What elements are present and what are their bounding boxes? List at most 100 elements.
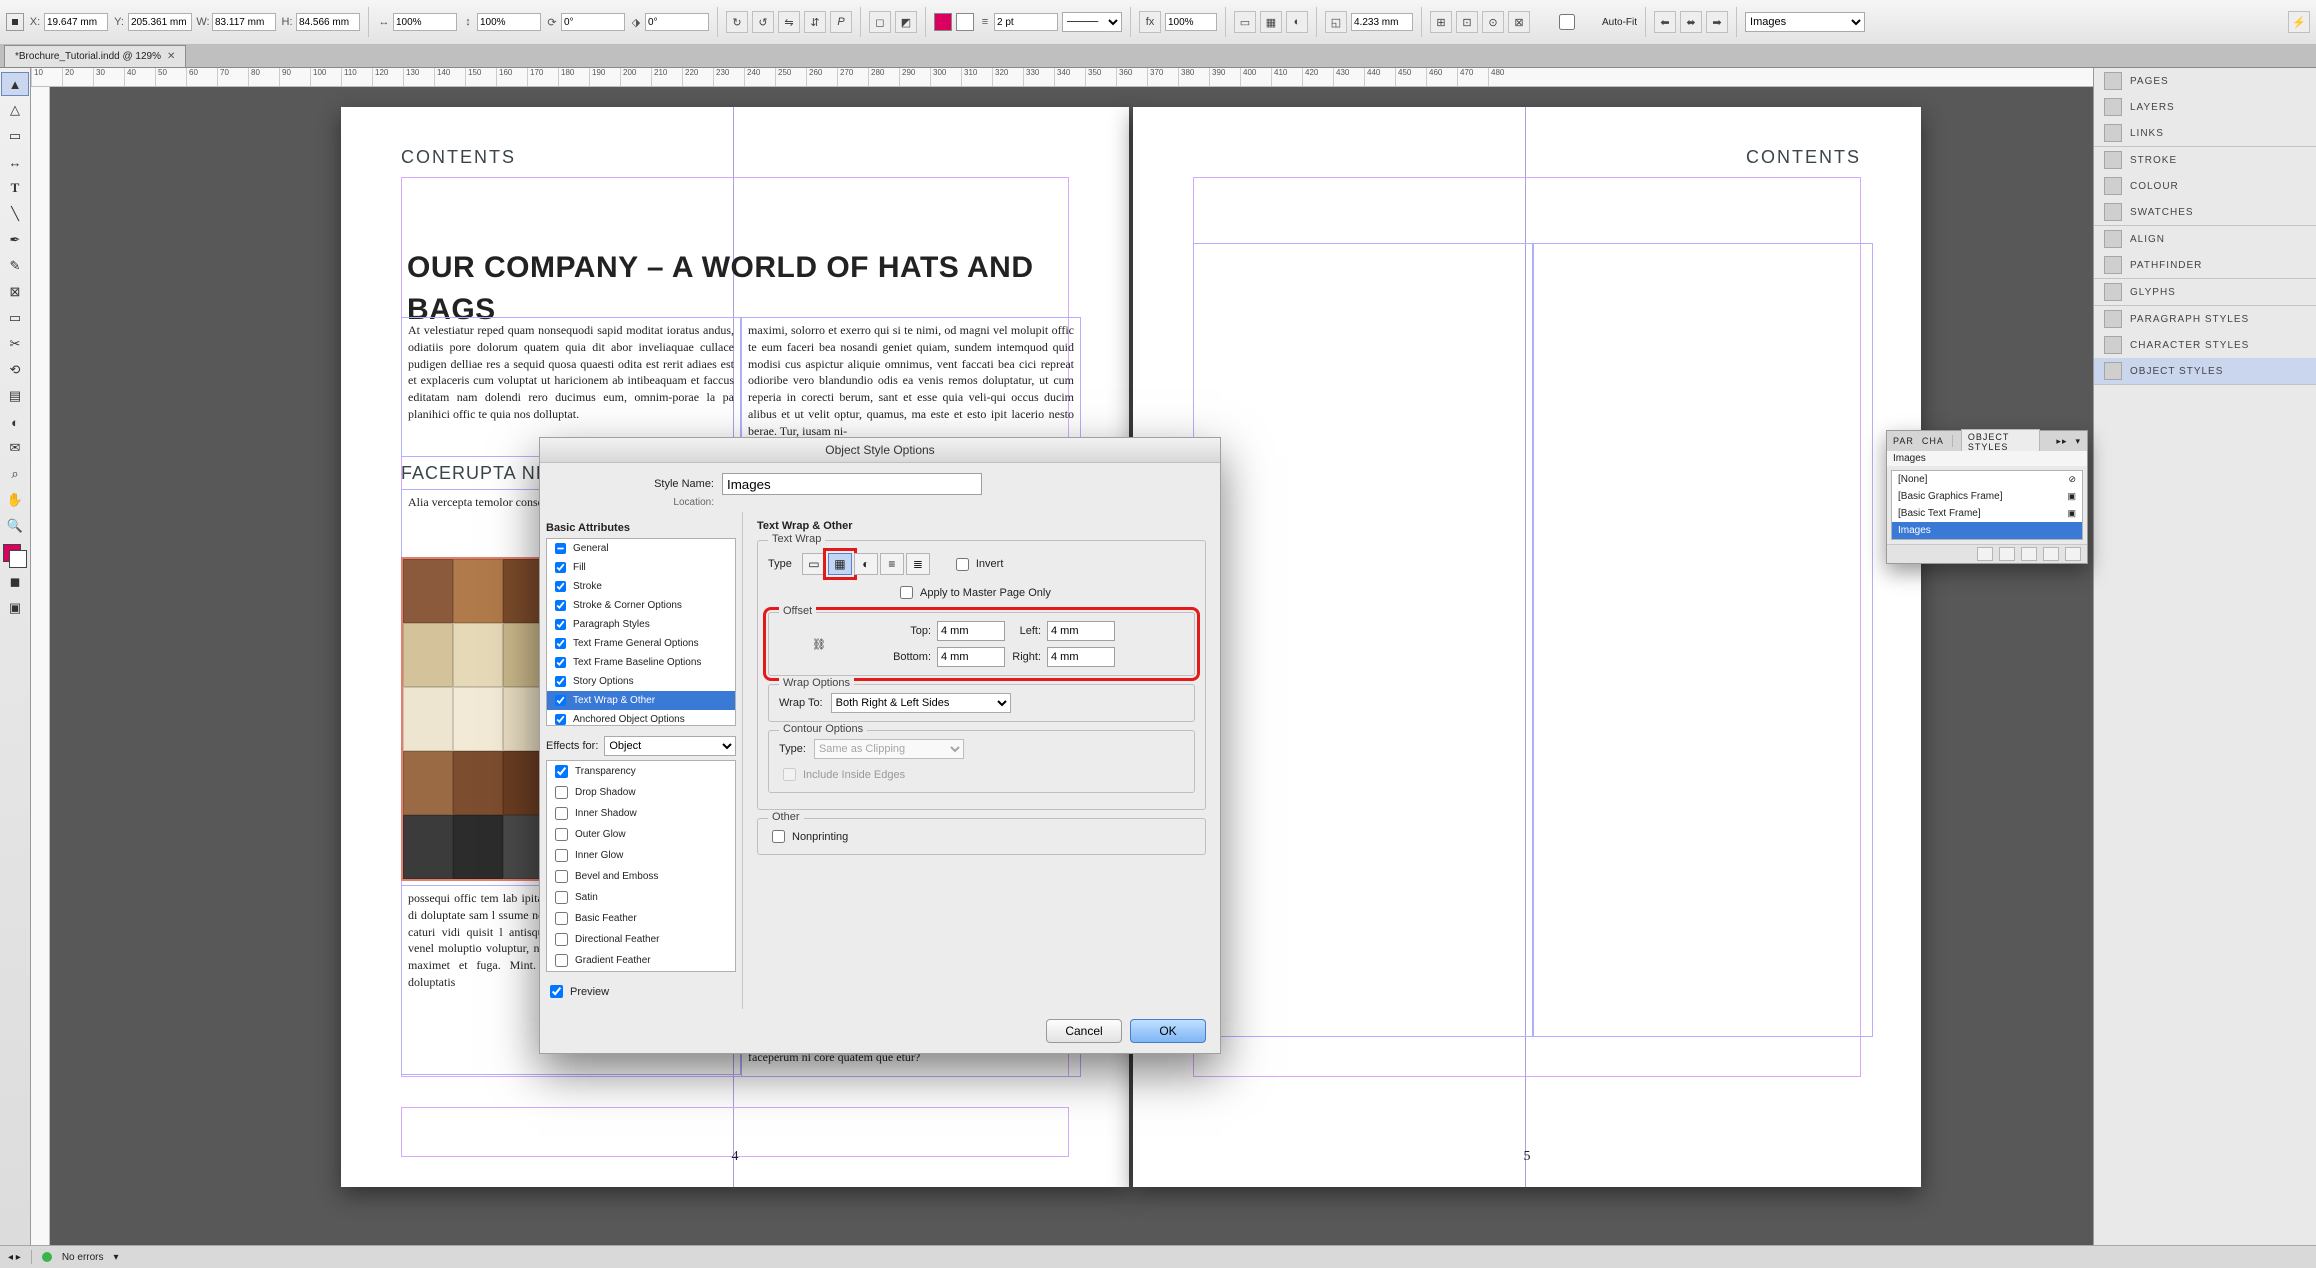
image-frame-shoes[interactable] xyxy=(401,557,555,881)
corner-radius-input[interactable] xyxy=(1351,13,1413,31)
direct-selection-tool[interactable]: △ xyxy=(1,98,29,122)
dock-align[interactable]: ALIGN xyxy=(2094,226,2316,252)
wrap-to-select[interactable]: Both Right & Left Sides xyxy=(831,693,1011,713)
select-container-button[interactable]: ◻ xyxy=(869,11,891,33)
textwrap-none-button[interactable]: ▭ xyxy=(1234,11,1256,33)
flip-v-button[interactable]: ⇵ xyxy=(804,11,826,33)
align-right-button[interactable]: ➡ xyxy=(1706,11,1728,33)
align-left-button[interactable]: ⬅ xyxy=(1654,11,1676,33)
offset-left-input[interactable] xyxy=(1047,621,1115,641)
dock-paragraph-styles[interactable]: PARAGRAPH STYLES xyxy=(2094,306,2316,332)
stroke-weight-input[interactable] xyxy=(994,13,1058,31)
apply-color-button[interactable]: ◼ xyxy=(1,570,29,594)
reference-point-widget[interactable] xyxy=(6,13,24,31)
corner-options-button[interactable]: ◱ xyxy=(1325,11,1347,33)
scale-y-input[interactable] xyxy=(477,13,541,31)
invert-checkbox[interactable]: Invert xyxy=(952,555,1004,574)
y-position-input[interactable] xyxy=(128,13,192,31)
fx-inner-glow[interactable]: Inner Glow xyxy=(547,845,735,866)
attr-fill[interactable]: Fill xyxy=(547,558,735,577)
basic-attributes-list[interactable]: GeneralFillStrokeStroke & Corner Options… xyxy=(546,538,736,726)
zoom-tool[interactable]: 🔍 xyxy=(1,514,29,538)
line-tool[interactable]: ╲ xyxy=(1,202,29,226)
quick-apply-button[interactable]: ⚡ xyxy=(2288,11,2310,33)
attr-paragraph-styles[interactable]: Paragraph Styles xyxy=(547,615,735,634)
link-offsets-icon[interactable]: ⛓ xyxy=(812,638,826,651)
shear-input[interactable] xyxy=(645,13,709,31)
pen-tool[interactable]: ✒ xyxy=(1,228,29,252)
fx-bevel-and-emboss[interactable]: Bevel and Emboss xyxy=(547,866,735,887)
stroke-style-select[interactable]: ──── xyxy=(1062,12,1122,32)
height-input[interactable] xyxy=(296,13,360,31)
panel-tab-object-styles[interactable]: OBJECT STYLES xyxy=(1961,429,2041,454)
page-tool[interactable]: ▭ xyxy=(1,124,29,148)
view-mode-button[interactable]: ▣ xyxy=(1,596,29,620)
text-column-1a[interactable]: At velestiatur reped quam nonsequodi sap… xyxy=(401,317,741,457)
dock-pathfinder[interactable]: PATHFINDER xyxy=(2094,252,2316,278)
rotation-input[interactable] xyxy=(561,13,625,31)
fx-gradient-feather[interactable]: Gradient Feather xyxy=(547,950,735,971)
dock-stroke[interactable]: STROKE xyxy=(2094,147,2316,173)
rectangle-frame-tool[interactable]: ⊠ xyxy=(1,280,29,304)
wrap-bounding-box-icon[interactable]: ▦ xyxy=(828,553,852,575)
select-content-button[interactable]: ◩ xyxy=(895,11,917,33)
cancel-button[interactable]: Cancel xyxy=(1046,1019,1122,1043)
fx-outer-glow[interactable]: Outer Glow xyxy=(547,824,735,845)
attr-story-options[interactable]: Story Options xyxy=(547,672,735,691)
fill-stroke-color[interactable] xyxy=(3,544,27,568)
fit-frame-button[interactable]: ⊡ xyxy=(1456,11,1478,33)
panel-clear-icon[interactable] xyxy=(1977,547,1993,561)
opacity-input[interactable] xyxy=(1165,13,1217,31)
dock-layers[interactable]: LAYERS xyxy=(2094,94,2316,120)
free-transform-tool[interactable]: ⟲ xyxy=(1,358,29,382)
panel-options-icon[interactable]: ▾ xyxy=(2075,436,2081,447)
preview-checkbox[interactable]: Preview xyxy=(546,982,736,1001)
panel-new-group-icon[interactable] xyxy=(2021,547,2037,561)
preflight-status-text[interactable]: No errors xyxy=(62,1252,104,1263)
attr-general[interactable]: General xyxy=(547,539,735,558)
fx-transparency[interactable]: Transparency xyxy=(547,761,735,782)
panel-tab-par[interactable]: PAR xyxy=(1893,436,1914,446)
zoom-arrow-icon[interactable]: ◂ ▸ xyxy=(8,1252,21,1263)
panel-apply-icon[interactable] xyxy=(1999,547,2015,561)
wrap-jump-next-icon[interactable]: ≣ xyxy=(906,553,930,575)
attr-text-wrap-other[interactable]: Text Wrap & Other xyxy=(547,691,735,710)
wrap-none-icon[interactable]: ▭ xyxy=(802,553,826,575)
rotate-ccw-button[interactable]: ↺ xyxy=(752,11,774,33)
rectangle-tool[interactable]: ▭ xyxy=(1,306,29,330)
align-center-button[interactable]: ⬌ xyxy=(1680,11,1702,33)
stroke-swatch[interactable] xyxy=(956,13,974,31)
dock-glyphs[interactable]: GLYPHS xyxy=(2094,279,2316,305)
wrap-object-shape-icon[interactable]: ◐ xyxy=(854,553,878,575)
flip-h-button[interactable]: ⇋ xyxy=(778,11,800,33)
fx-button[interactable]: fx xyxy=(1139,11,1161,33)
fx-drop-shadow[interactable]: Drop Shadow xyxy=(547,782,735,803)
scissors-tool[interactable]: ✂ xyxy=(1,332,29,356)
dock-colour[interactable]: COLOUR xyxy=(2094,173,2316,199)
dock-pages[interactable]: PAGES xyxy=(2094,68,2316,94)
effects-list[interactable]: TransparencyDrop ShadowInner ShadowOuter… xyxy=(546,760,736,972)
attr-anchored-object-options[interactable]: Anchored Object Options xyxy=(547,710,735,726)
panel-tab-cha[interactable]: CHA xyxy=(1922,436,1944,446)
rotate-cw-button[interactable]: ↻ xyxy=(726,11,748,33)
gradient-tool[interactable]: ▤ xyxy=(1,384,29,408)
attr-text-frame-general-options[interactable]: Text Frame General Options xyxy=(547,634,735,653)
center-content-button[interactable]: ⊙ xyxy=(1482,11,1504,33)
fit-prop-button[interactable]: ⊠ xyxy=(1508,11,1530,33)
fill-swatch[interactable] xyxy=(934,13,952,31)
attr-stroke-corner-options[interactable]: Stroke & Corner Options xyxy=(547,596,735,615)
object-style-select[interactable]: Images xyxy=(1745,12,1865,32)
preflight-dropdown-icon[interactable]: ▾ xyxy=(114,1252,119,1263)
note-tool[interactable]: ✉ xyxy=(1,436,29,460)
nonprinting-checkbox[interactable]: Nonprinting xyxy=(768,827,1195,846)
master-only-checkbox[interactable]: Apply to Master Page Only xyxy=(896,583,1195,602)
text-column-1b[interactable]: maximi, solorro et exerro qui si te nimi… xyxy=(741,317,1081,457)
close-tab-icon[interactable]: ✕ xyxy=(167,51,175,62)
fit-content-button[interactable]: ⊞ xyxy=(1430,11,1452,33)
scale-x-input[interactable] xyxy=(393,13,457,31)
fx-basic-feather[interactable]: Basic Feather xyxy=(547,908,735,929)
eyedropper-tool[interactable]: ⌕ xyxy=(1,462,29,486)
x-position-input[interactable] xyxy=(44,13,108,31)
panel-new-icon[interactable] xyxy=(2043,547,2059,561)
textwrap-bound-button[interactable]: ▦ xyxy=(1260,11,1282,33)
